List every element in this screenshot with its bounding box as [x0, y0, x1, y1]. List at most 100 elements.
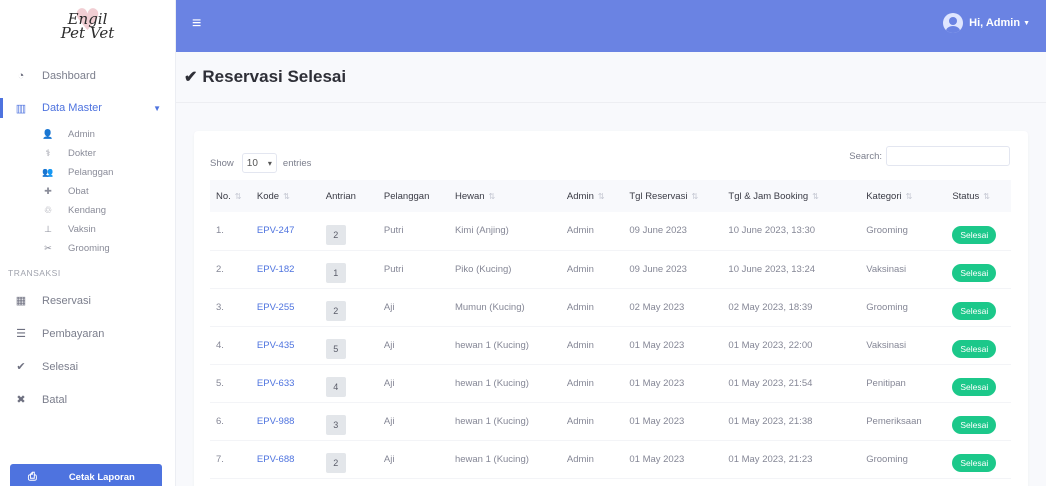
- column-header-label: Tgl Reservasi: [629, 190, 688, 202]
- column-header[interactable]: Admin ⇅: [561, 180, 623, 212]
- sidebar-subitem-label: Grooming: [68, 243, 110, 254]
- queue-number: 1: [325, 263, 346, 283]
- table-cell: 02 May 2023, 18:39: [728, 301, 813, 313]
- hamburger-menu-icon[interactable]: ≡: [192, 15, 201, 33]
- sidebar-subitem-vaksin[interactable]: ⊥ Vaksin: [0, 220, 175, 239]
- column-header-label: Hewan: [454, 190, 485, 202]
- column-header-label: No.: [216, 190, 231, 202]
- sidebar-item-pembayaran[interactable]: ☰ Pembayaran: [0, 317, 175, 350]
- sort-icon: ⇅: [488, 191, 496, 201]
- table-cell: 5.: [216, 377, 224, 389]
- status-badge: Selesai: [952, 378, 997, 396]
- column-header[interactable]: Kategori ⇅: [860, 180, 946, 212]
- scissors-icon: ✂: [44, 243, 52, 253]
- table-cell: 01 May 2023: [629, 453, 685, 465]
- column-header[interactable]: Kode ⇅: [251, 180, 320, 212]
- sidebar-item-label: Pembayaran: [42, 327, 105, 340]
- kode-link[interactable]: EPV-688: [251, 440, 320, 478]
- table-cell: 01 May 2023, 21:54: [728, 377, 813, 389]
- table-row: 1. EPV-247 2 Putri Kimi (Anjing) Admin 09 June…: [210, 212, 1011, 250]
- sidebar-item-dashboard[interactable]: ◔ Dashboard: [0, 62, 175, 90]
- sidebar-item-label: Selesai: [42, 360, 79, 373]
- queue-number: 5: [325, 339, 346, 359]
- column-header[interactable]: Status ⇅: [946, 180, 1011, 212]
- sidebar-subitem-label: Obat: [68, 186, 89, 197]
- status-cell: Selesai: [946, 288, 1011, 326]
- section-label-transaksi: TRANSAKSI: [8, 268, 61, 278]
- table-cell: Grooming: [866, 301, 908, 313]
- table-cell: 4.: [216, 339, 224, 351]
- sidebar-subitem-obat[interactable]: ✚ Obat: [0, 182, 175, 201]
- queue-cell: 2: [320, 212, 378, 250]
- kode-link[interactable]: EPV-247: [251, 212, 320, 250]
- queue-cell: 2: [320, 288, 378, 326]
- kode-link[interactable]: EPV-182: [251, 250, 320, 288]
- status-badge: Selesai: [952, 454, 997, 472]
- sidebar: ♥ Engil Pet Vet ◔ Dashboard ▥ Data Maste…: [0, 0, 176, 486]
- table-cell: Aji: [383, 453, 395, 465]
- kode-link[interactable]: EPV-988: [251, 402, 320, 440]
- table-cell: Admin: [566, 263, 594, 275]
- column-header[interactable]: Pelanggan: [378, 180, 449, 212]
- status-badge: Selesai: [952, 302, 997, 320]
- print-report-button[interactable]: ⎙ Cetak Laporan: [10, 464, 162, 486]
- table-cell: Admin: [566, 415, 594, 427]
- column-header[interactable]: Hewan ⇅: [449, 180, 561, 212]
- table-cell: hewan 1 (Kucing): [454, 415, 529, 427]
- column-header-label: Antrian: [325, 190, 356, 202]
- queue-number: 3: [325, 415, 346, 435]
- sort-icon: ⇅: [283, 191, 290, 201]
- sidebar-item-label: Data Master: [42, 102, 102, 114]
- sidebar-subitem-kendang[interactable]: ♲ Kendang: [0, 201, 175, 220]
- sort-icon: ⇅: [597, 191, 605, 201]
- divider: [176, 102, 1046, 103]
- status-cell: Selesai: [946, 364, 1011, 402]
- sidebar-subitem-grooming[interactable]: ✂ Grooming: [0, 239, 175, 258]
- search-box: Search:: [849, 146, 1010, 166]
- status-cell: Selesai: [946, 250, 1011, 288]
- column-header[interactable]: Antrian: [320, 180, 378, 212]
- table-cell: Piko (Kucing): [454, 263, 512, 275]
- check-icon: ✔: [184, 69, 198, 86]
- table-cell: 10 June 2023, 13:30: [728, 225, 816, 237]
- column-header[interactable]: No. ⇅: [210, 180, 251, 212]
- user-menu[interactable]: Hi, Admin ▼: [943, 13, 1030, 33]
- users-icon: 👥: [42, 167, 54, 177]
- sidebar-item-data-master[interactable]: ▥ Data Master ▼: [0, 94, 175, 122]
- check-icon: ✔: [16, 361, 26, 373]
- search-input[interactable]: [886, 146, 1010, 166]
- sidebar-subitem-dokter[interactable]: ⚕ Dokter: [0, 144, 175, 163]
- logo[interactable]: ♥ Engil Pet Vet: [0, 0, 175, 52]
- column-header-label: Tgl & Jam Booking: [728, 190, 809, 202]
- table-row: 7. EPV-688 2 Aji hewan 1 (Kucing) Admin 01 May…: [210, 440, 1011, 478]
- table-cell: Admin: [566, 301, 594, 313]
- pill-icon: ✚: [44, 186, 52, 196]
- table-header-row: No. ⇅ Kode ⇅ Antrian Pelanggan Hewan ⇅ Admin ⇅ Tgl…: [210, 180, 1011, 212]
- status-badge: Selesai: [952, 225, 997, 244]
- sidebar-item-selesai[interactable]: ✔ Selesai: [0, 350, 175, 383]
- logo-line2: Pet Vet: [60, 24, 115, 42]
- column-header[interactable]: Tgl Reservasi ⇅: [623, 180, 722, 212]
- kode-link[interactable]: EPV-633: [251, 364, 320, 402]
- column-header-label: Status: [952, 190, 980, 202]
- sidebar-item-batal[interactable]: ✖ Batal: [0, 383, 175, 416]
- entries-label: entries: [282, 157, 312, 169]
- table-cell: Admin: [566, 225, 594, 237]
- sidebar-item-reservasi[interactable]: ▦ Reservasi: [0, 284, 175, 317]
- table-cell: Penitipan: [866, 377, 906, 389]
- kode-link[interactable]: EPV-435: [251, 326, 320, 364]
- kode-link[interactable]: EPV-255: [251, 288, 320, 326]
- page-title-text: Reservasi Selesai: [202, 67, 347, 86]
- status-cell: Selesai: [946, 402, 1011, 440]
- syringe-icon: ⊥: [44, 224, 52, 234]
- table-cell: 01 May 2023: [629, 339, 685, 351]
- sidebar-subitem-admin[interactable]: 👤 Admin: [0, 125, 175, 144]
- status-badge: Selesai: [952, 340, 997, 358]
- cage-icon: ♲: [43, 205, 53, 215]
- table-cell: 10 June 2023, 13:24: [728, 263, 816, 275]
- table-cell: Vaksinasi: [866, 263, 907, 275]
- sidebar-item-label: Dashboard: [42, 70, 96, 82]
- entries-select[interactable]: 10 ▾: [241, 153, 277, 173]
- column-header[interactable]: Tgl & Jam Booking ⇅: [722, 180, 860, 212]
- sidebar-subitem-pelanggan[interactable]: 👥 Pelanggan: [0, 163, 175, 182]
